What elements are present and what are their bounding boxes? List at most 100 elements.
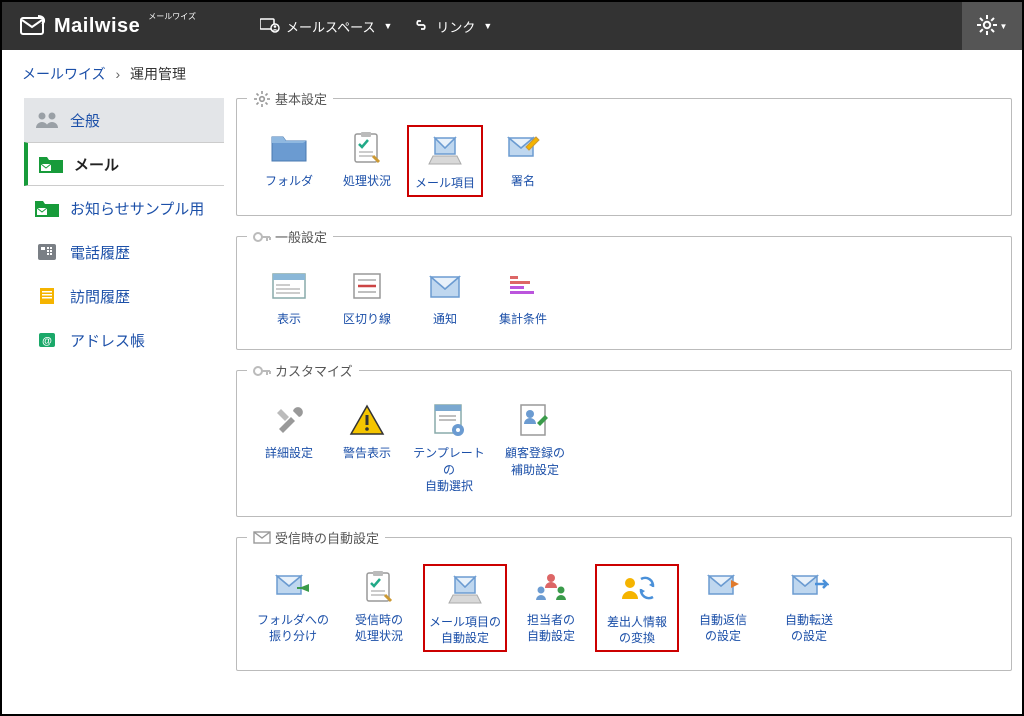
mail-reply-icon [702,568,744,606]
item-label: 自動返信 の設定 [699,612,747,644]
mail-folder-icon [38,153,64,175]
tools-icon [268,401,310,439]
settings-button[interactable]: ▼ [962,2,1022,50]
item-warning[interactable]: 警告表示 [329,397,405,498]
list-filter-icon [502,267,544,305]
item-signature[interactable]: 署名 [485,125,561,197]
section-title-customize: カスタマイズ [247,361,359,380]
item-label: メール項目 [415,175,475,191]
item-auto-forward[interactable]: 自動転送 の設定 [767,564,851,652]
sidebar-item-address[interactable]: @ アドレス帳 [24,318,224,362]
item-template[interactable]: テンプレートの 自動選択 [407,397,491,498]
mail-tray-icon [444,570,486,608]
sidebar-item-label: メール [74,154,119,175]
mail-tray-icon [424,131,466,169]
mail-small-icon [253,528,271,546]
item-display[interactable]: 表示 [251,263,327,331]
mailspace-icon [260,17,280,36]
menu-link[interactable]: リンク ▼ [404,11,500,42]
section-title-label: 受信時の自動設定 [275,528,379,547]
item-folder[interactable]: フォルダ [251,125,327,197]
item-detail[interactable]: 詳細設定 [251,397,327,498]
brand-logo[interactable]: Mailwise メールワイズ [2,15,214,38]
section-basic: 基本設定 フォルダ 処理状況 [236,98,1012,216]
section-general: 一般設定 表示 区切り線 [236,236,1012,350]
sidebar-item-general[interactable]: 全般 [24,98,224,142]
item-folder-sort[interactable]: フォルダへの 振り分け [251,564,335,652]
form-user-icon [514,401,556,439]
mail-folder-icon [34,197,60,219]
sidebar-item-notice[interactable]: お知らせサンプル用 [24,186,224,230]
item-aggregate[interactable]: 集計条件 [485,263,561,331]
item-status[interactable]: 処理状況 [329,125,405,197]
document-icon [34,285,60,307]
section-title-receive: 受信時の自動設定 [247,528,385,547]
item-label: 担当者の 自動設定 [527,612,575,644]
mail-icon [424,267,466,305]
clipboard-check-icon [346,129,388,167]
link-icon [412,18,430,35]
item-label: 受信時の 処理状況 [355,612,403,644]
item-label: 警告表示 [343,445,391,461]
menu-mailspace[interactable]: メールスペース ▼ [252,11,400,42]
sidebar: 全般 メール お知らせサンプル用 電話履歴 [24,98,224,691]
breadcrumb-separator: › [115,66,120,82]
item-label: テンプレートの 自動選択 [409,445,489,494]
section-title-basic: 基本設定 [247,89,333,108]
user-sync-icon [616,570,658,608]
sidebar-item-label: 全般 [70,110,100,131]
item-label: 署名 [511,173,535,189]
item-auto-reply[interactable]: 自動返信 の設定 [681,564,765,652]
menu-link-label: リンク [436,17,475,36]
item-mailfield-auto[interactable]: メール項目の 自動設定 [423,564,507,652]
form-gear-icon [428,401,470,439]
gear-icon [977,15,997,38]
chevron-down-icon: ▼ [483,21,492,31]
sidebar-item-visit[interactable]: 訪問履歴 [24,274,224,318]
phone-icon [34,241,60,263]
users-group-icon [530,568,572,606]
svg-text:@: @ [42,336,52,347]
item-assignee-auto[interactable]: 担当者の 自動設定 [509,564,593,652]
item-label: 集計条件 [499,311,547,327]
users-icon [34,109,60,131]
mail-forward-icon [788,568,830,606]
item-label: 通知 [433,311,457,327]
section-title-general: 一般設定 [247,227,333,246]
breadcrumb-current: 運用管理 [130,66,186,82]
address-icon: @ [34,329,60,351]
brand-text: Mailwise [54,15,140,38]
sidebar-item-label: 電話履歴 [70,242,130,263]
gear-icon [253,90,271,108]
breadcrumb: メールワイズ › 運用管理 [2,50,1022,94]
topbar: Mailwise メールワイズ メールスペース ▼ リンク ▼ [2,2,1022,50]
sidebar-item-label: アドレス帳 [70,330,145,351]
item-label: フォルダ [265,173,313,189]
item-separator[interactable]: 区切り線 [329,263,405,331]
item-label: 表示 [277,311,301,327]
top-menu: メールスペース ▼ リンク ▼ [252,11,500,42]
sidebar-item-mail[interactable]: メール [24,142,224,186]
item-label: 処理状況 [343,173,391,189]
sidebar-item-label: お知らせサンプル用 [70,198,204,219]
section-title-label: 基本設定 [275,89,327,108]
item-label: 顧客登録の 補助設定 [505,445,565,477]
chevron-down-icon: ▼ [1000,22,1008,31]
section-customize: カスタマイズ 詳細設定 警告表示 [236,370,1012,517]
mail-share-icon [272,568,314,606]
section-title-label: カスタマイズ [275,361,353,380]
item-sender-convert[interactable]: 差出人情報 の変換 [595,564,679,652]
item-customer[interactable]: 顧客登録の 補助設定 [493,397,577,498]
warning-icon [346,401,388,439]
item-notify[interactable]: 通知 [407,263,483,331]
sidebar-item-label: 訪問履歴 [70,286,130,307]
item-label: 自動転送 の設定 [785,612,833,644]
item-receive-status[interactable]: 受信時の 処理状況 [337,564,421,652]
sidebar-item-phone[interactable]: 電話履歴 [24,230,224,274]
item-label: 区切り線 [343,311,391,327]
item-mail-fields[interactable]: メール項目 [407,125,483,197]
clipboard-check-icon [358,568,400,606]
breadcrumb-root[interactable]: メールワイズ [22,66,106,82]
chevron-down-icon: ▼ [383,21,392,31]
main-panel: 基本設定 フォルダ 処理状況 [236,98,1012,691]
